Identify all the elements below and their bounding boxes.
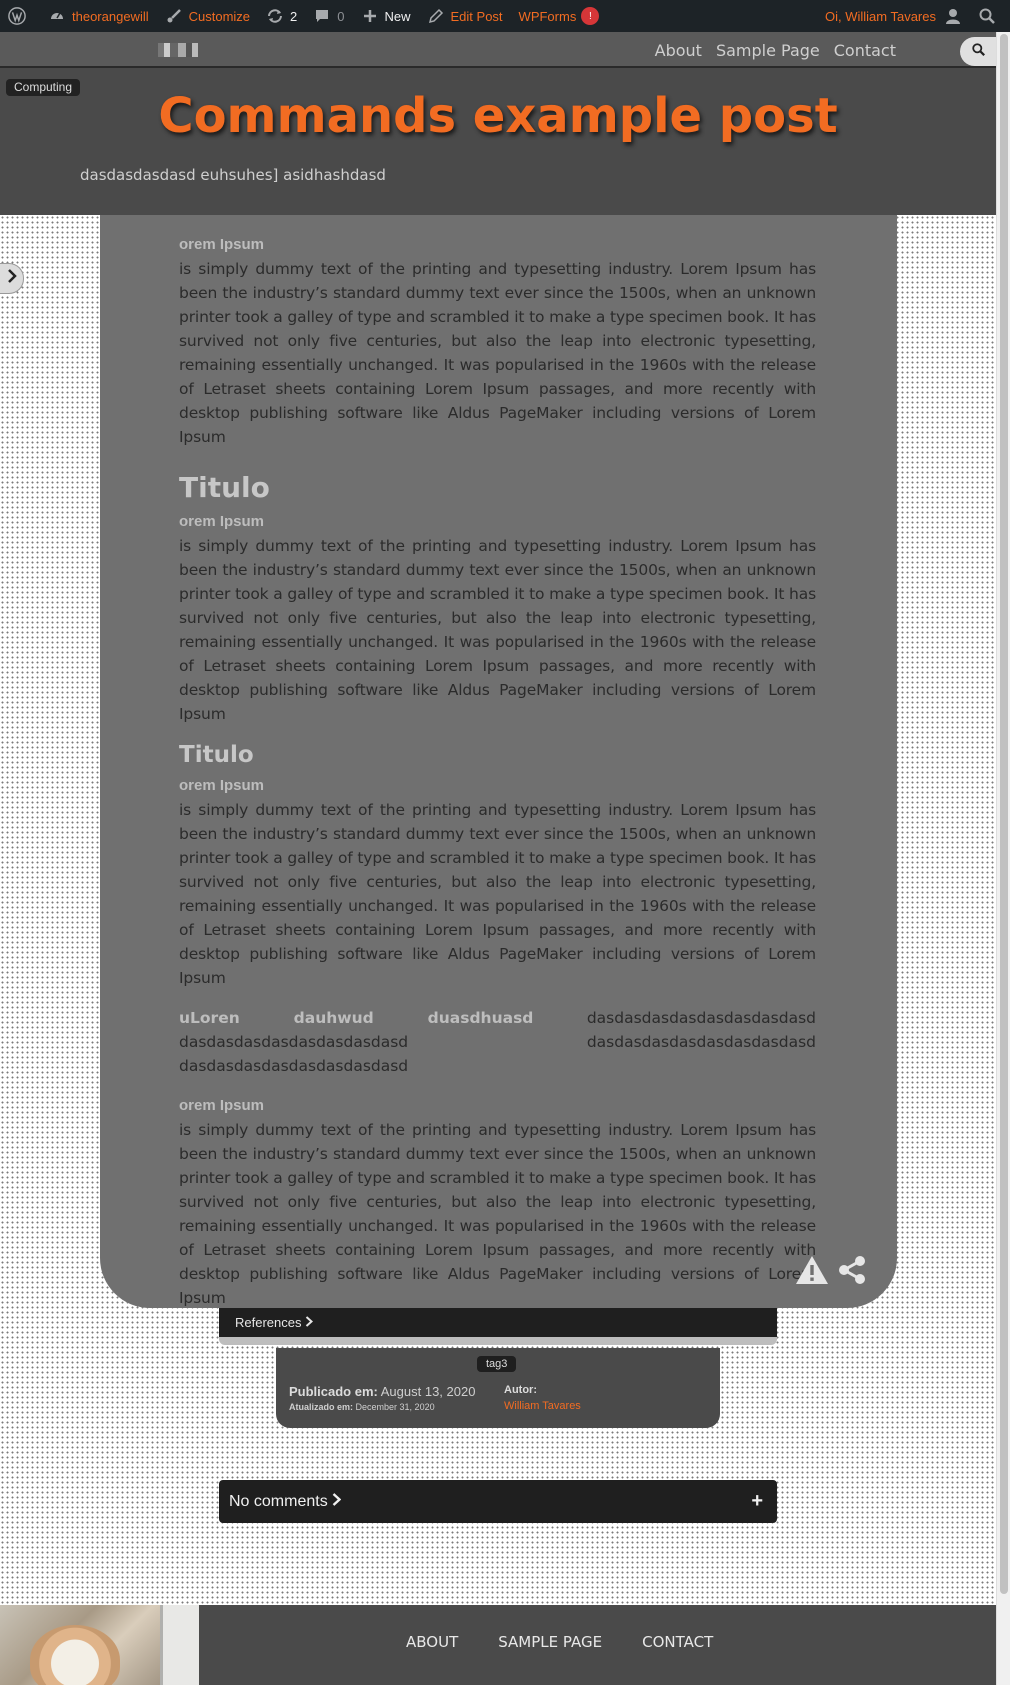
tag-badge[interactable]: tag3: [477, 1356, 517, 1372]
published-info: Publicado em: August 13, 2020: [289, 1384, 475, 1399]
wpforms-link[interactable]: WPForms !: [511, 0, 608, 32]
search-icon: [978, 7, 996, 25]
footer-cat-image: [0, 1605, 199, 1685]
paragraph-heading: orem Ipsum: [179, 1097, 265, 1114]
paragraph-text: is simply dummy text of the printing and…: [179, 1121, 816, 1307]
paragraph-text: is simply dummy text of the printing and…: [179, 537, 816, 723]
chevron-right-icon: [305, 1315, 314, 1330]
pencil-icon: [427, 7, 445, 25]
share-icon[interactable]: [837, 1255, 867, 1290]
wordpress-logo-button[interactable]: [0, 0, 40, 32]
customize-label: Customize: [188, 8, 251, 24]
nav-link-contact[interactable]: Contact: [834, 41, 896, 60]
post-body: orem Ipsum is simply dummy text of the p…: [179, 233, 816, 1310]
cat-photo: [30, 1625, 120, 1685]
admin-search-button[interactable]: [970, 0, 1010, 32]
dashboard-icon: [48, 7, 66, 25]
page-scrollbar[interactable]: [996, 32, 1010, 1685]
greeting: Oi, William Tavares: [824, 8, 936, 24]
mixed-paragraph: uLoren dauhwud duasdhuasd dasdasdasdasda…: [179, 1006, 816, 1078]
post-meta-card: tag3 Publicado em: August 13, 2020 Atual…: [276, 1348, 720, 1428]
plus-icon: [361, 7, 379, 25]
comments-count: 0: [337, 8, 345, 24]
primary-menu: About Sample Page Contact: [655, 32, 896, 68]
comments-label: No comments: [229, 1493, 328, 1510]
paragraph-text: is simply dummy text of the printing and…: [179, 801, 816, 987]
paragraph-block: orem Ipsum is simply dummy text of the p…: [179, 774, 816, 990]
updated-info: Atualizado em: December 31, 2020: [289, 1402, 435, 1412]
site-name-link[interactable]: theorangewill: [40, 0, 157, 32]
wpforms-label: WPForms: [518, 8, 577, 24]
paragraph-text: is simply dummy text of the printing and…: [179, 260, 816, 446]
chevron-right-icon: [7, 269, 17, 288]
sidebar-toggle-button[interactable]: [0, 263, 24, 294]
updated-label: Atualizado em:: [289, 1402, 354, 1412]
post-subtitle: dasdasdasdasd euhsuhes] asidhashdasd: [80, 166, 386, 184]
customize-link[interactable]: Customize: [157, 0, 258, 32]
updated-date: December 31, 2020: [355, 1402, 435, 1412]
new-label: New: [384, 8, 411, 24]
navigation-bar: About Sample Page Contact: [0, 32, 996, 68]
updates-icon: [266, 7, 284, 25]
footer-link-sample-page[interactable]: SAMPLE PAGE: [498, 1633, 602, 1651]
references-toggle[interactable]: References: [219, 1308, 777, 1345]
site-name: theorangewill: [72, 8, 149, 24]
site-logo[interactable]: [158, 43, 198, 57]
paragraph-block: orem Ipsum is simply dummy text of the p…: [179, 1094, 816, 1310]
report-warning-icon[interactable]: [795, 1255, 829, 1290]
author-label: Autor:: [504, 1384, 537, 1396]
wpforms-notification-badge: !: [581, 7, 600, 25]
site-footer: ABOUT SAMPLE PAGE CONTACT: [0, 1605, 996, 1685]
scrollbar-thumb[interactable]: [1000, 34, 1008, 1594]
nav-link-sample-page[interactable]: Sample Page: [716, 41, 820, 60]
new-content-link[interactable]: New: [353, 0, 419, 32]
paragraph-heading: orem Ipsum: [179, 513, 265, 530]
post-title: Commands example post: [158, 88, 838, 144]
post-actions: [795, 1255, 867, 1290]
brush-icon: [165, 7, 183, 25]
mixed-paragraph-bold: uLoren dauhwud duasdhuasd: [179, 1009, 534, 1027]
wordpress-icon: [8, 7, 26, 25]
nav-link-about[interactable]: About: [655, 41, 702, 60]
comments-toggle[interactable]: No comments +: [219, 1480, 777, 1523]
updates-count: 2: [290, 8, 298, 24]
admin-bar: theorangewill Customize 2 0 New Edit Pos…: [0, 0, 1010, 32]
photo-background: [160, 1605, 199, 1685]
add-comment-button[interactable]: +: [751, 1480, 763, 1523]
my-account-link[interactable]: Oi, William Tavares: [817, 0, 970, 32]
user-avatar-icon: [944, 7, 962, 25]
paragraph-heading: orem Ipsum: [179, 777, 265, 794]
published-label: Publicado em:: [289, 1384, 378, 1399]
footer-link-about[interactable]: ABOUT: [406, 1633, 458, 1651]
published-date: August 13, 2020: [380, 1384, 476, 1399]
comment-bubble-icon: [313, 7, 331, 25]
updates-link[interactable]: 2: [258, 0, 305, 32]
author-link[interactable]: William Tavares: [504, 1400, 581, 1412]
edit-post-link[interactable]: Edit Post: [419, 0, 511, 32]
footer-menu: ABOUT SAMPLE PAGE CONTACT: [406, 1633, 713, 1651]
section-heading-h2: Titulo: [179, 471, 270, 504]
section-heading-h3: Titulo: [179, 742, 254, 768]
header-search-button[interactable]: [960, 37, 996, 66]
footer-link-contact[interactable]: CONTACT: [642, 1633, 713, 1651]
search-icon: [971, 42, 985, 61]
paragraph-heading: orem Ipsum: [179, 236, 265, 253]
post-content-card: orem Ipsum is simply dummy text of the p…: [100, 215, 897, 1308]
comments-link[interactable]: 0: [305, 0, 352, 32]
references-label: References: [235, 1315, 302, 1330]
site-header: About Sample Page Contact Computing Comm…: [0, 32, 996, 215]
edit-post-label: Edit Post: [450, 8, 503, 24]
paragraph-block: orem Ipsum is simply dummy text of the p…: [179, 510, 816, 726]
chevron-right-icon: [332, 1493, 342, 1510]
paragraph-block: orem Ipsum is simply dummy text of the p…: [179, 233, 816, 449]
